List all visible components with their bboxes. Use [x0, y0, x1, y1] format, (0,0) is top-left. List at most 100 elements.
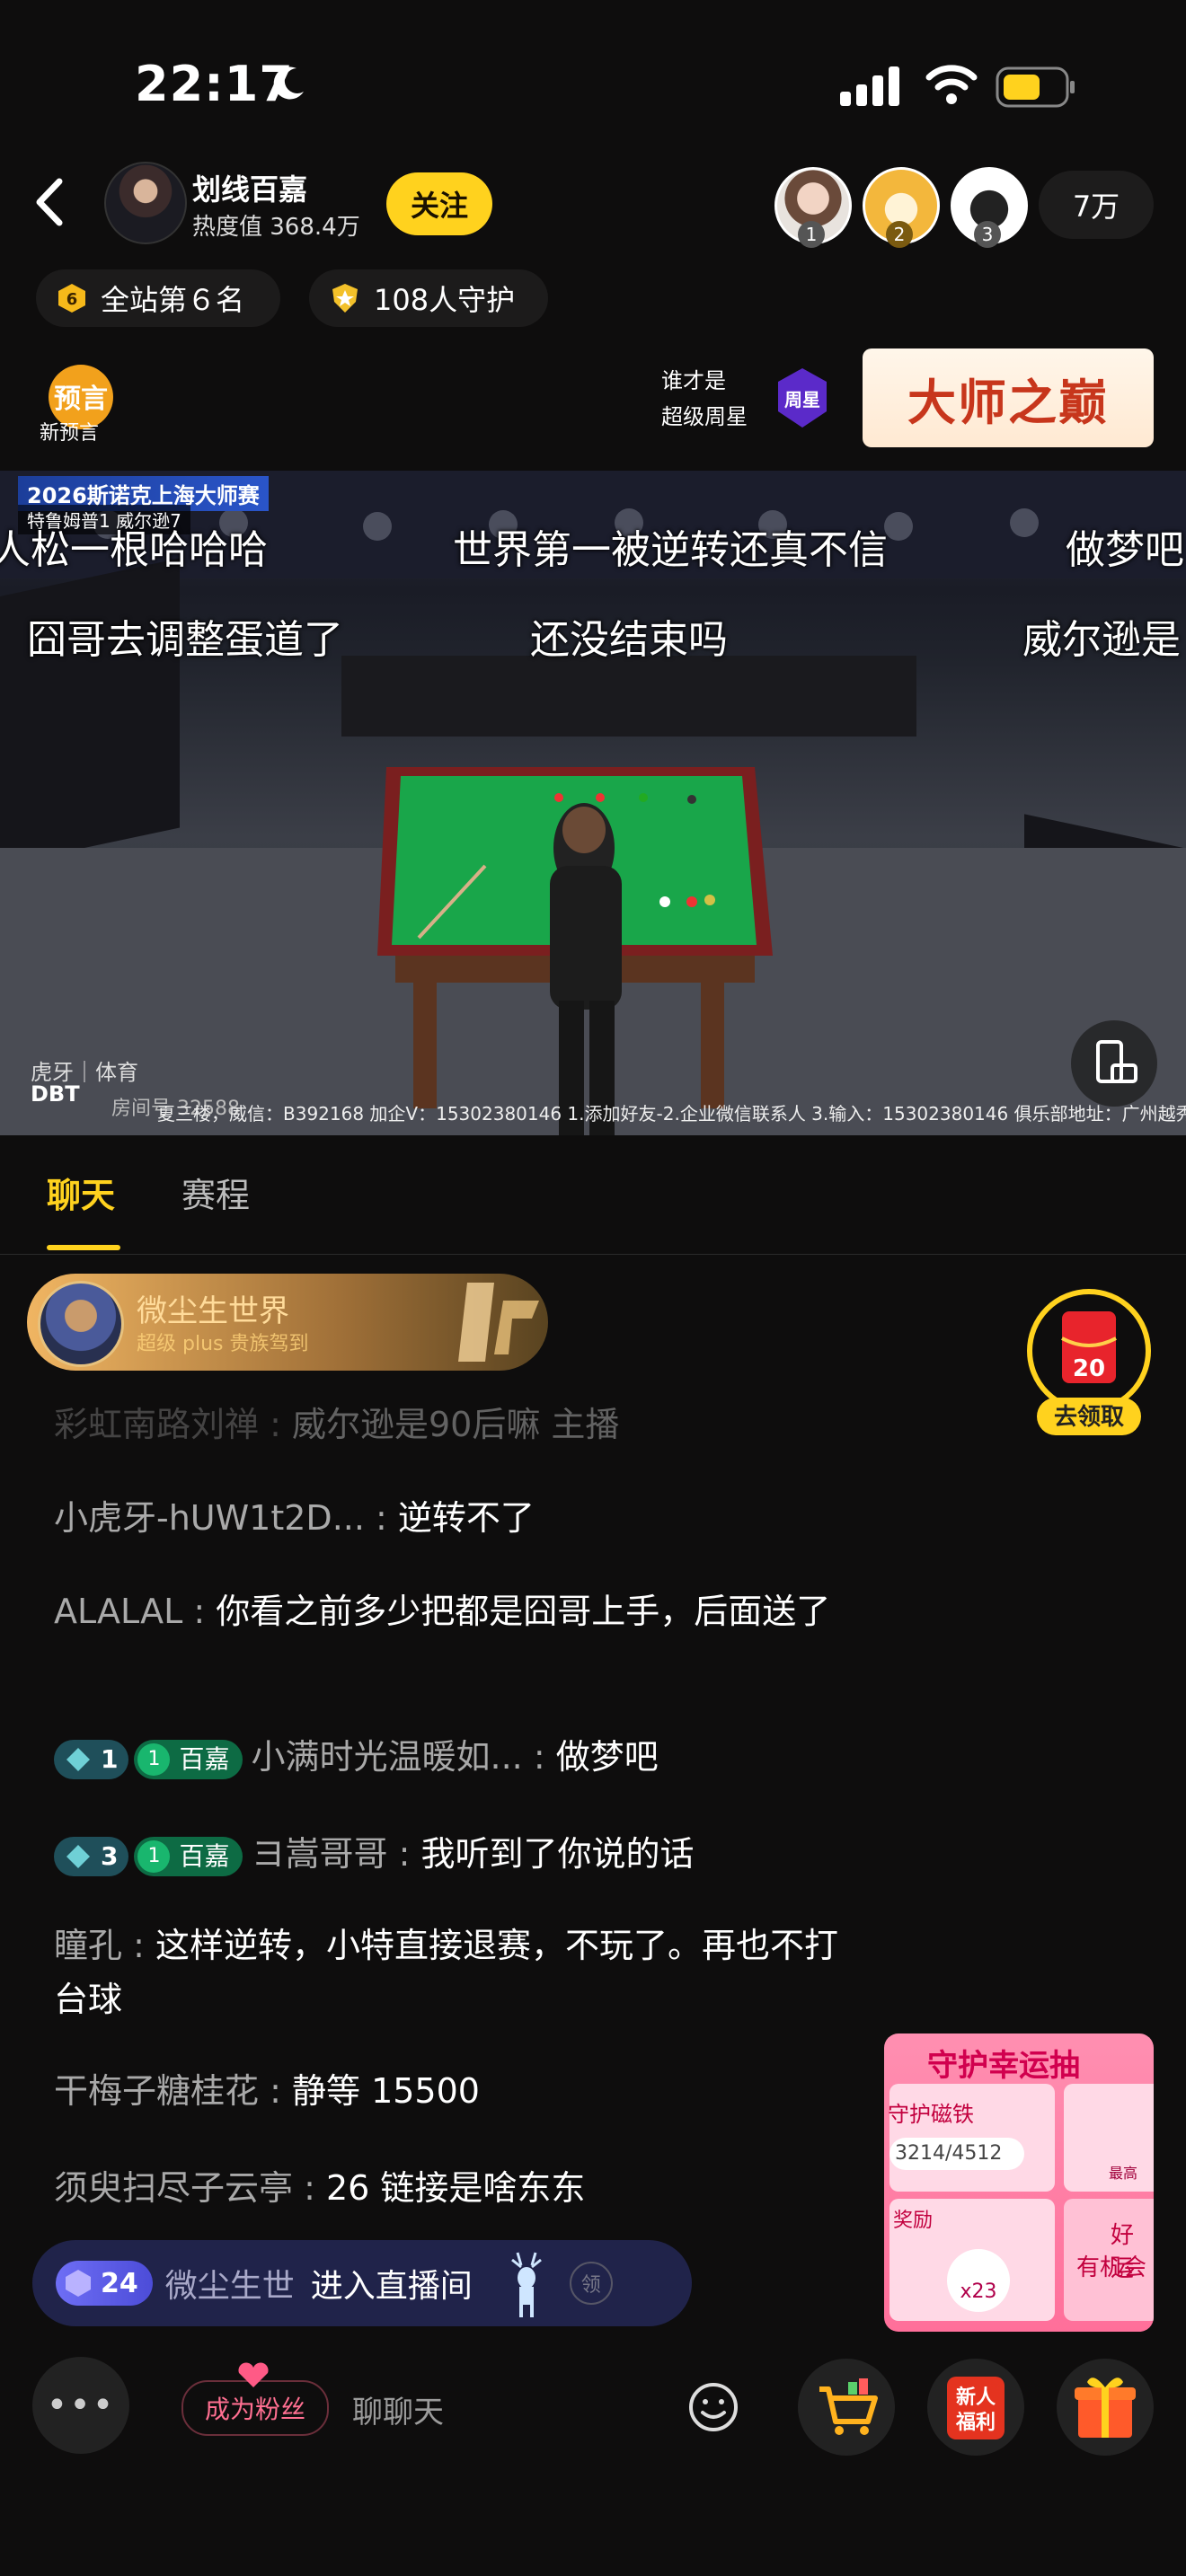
chat-username[interactable]: 小虎牙-hUW1t2D...: [54, 1498, 365, 1538]
tab-chat[interactable]: 聊天: [47, 1168, 115, 1217]
danmaku-item: 囧哥去调整蛋道了: [27, 617, 343, 663]
chat-username[interactable]: 小满时光温暖如...: [252, 1737, 523, 1777]
chat-text: 静等 15500: [291, 2071, 480, 2111]
chat-text: 26 链接是啥东东: [325, 2168, 586, 2208]
host-name[interactable]: 划线百嘉: [192, 167, 307, 208]
emoji-button[interactable]: [686, 2380, 740, 2434]
tab-schedule[interactable]: 赛程: [181, 1168, 250, 1217]
chat-message[interactable]: 须臾扫尽子云亭 : 26 链接是啥东东: [54, 2161, 845, 2215]
rotate-screen-button[interactable]: [1071, 1020, 1157, 1107]
master-banner[interactable]: 大师之巅: [863, 348, 1154, 447]
viewer-count[interactable]: 7万: [1039, 171, 1154, 239]
chat-message[interactable]: 干梅子糖桂花 : 静等 15500: [54, 2064, 845, 2118]
chat-username[interactable]: 须臾扫尽子云亭: [54, 2168, 293, 2208]
danmaku-item: 世界第一被逆转还真不信: [453, 527, 888, 573]
gift-box-icon: [1075, 2378, 1136, 2438]
chat-username[interactable]: 干梅子糖桂花: [54, 2071, 259, 2111]
vip-name: 微尘生世界: [137, 1293, 289, 1329]
forecast-icon-text: 预言: [54, 384, 108, 415]
wifi-icon: [925, 65, 978, 104]
chat-text: 威尔逊是90后嘛 主播: [291, 1405, 620, 1444]
fan-club-badge: 1 百嘉: [134, 1836, 243, 1876]
deer-icon: [510, 2252, 542, 2317]
viewer-rank-2: 2: [886, 221, 913, 248]
chat-message[interactable]: 小虎牙-hUW1t2D... : 逆转不了: [54, 1491, 845, 1545]
user-level-number: 1: [101, 1743, 119, 1774]
live-video[interactable]: 2026斯诺克上海大师赛 特鲁姆普1 威尔逊7 人松一根哈哈哈 世界第一被逆转还…: [0, 471, 1186, 1135]
red-packet-icon: 20 去领取: [1027, 1289, 1151, 1435]
gift-button[interactable]: [1057, 2359, 1154, 2456]
entry-username[interactable]: 微尘生世: [165, 2260, 295, 2307]
forecast-label[interactable]: 新预言: [40, 417, 99, 446]
cellular-signal-icon: [840, 66, 899, 106]
battery-icon: [996, 66, 1075, 108]
chat-message[interactable]: ALALAL : 你看之前多少把都是囧哥上手，后面送了: [54, 1584, 845, 1638]
rotate-screen-icon: [1096, 1040, 1137, 1083]
danmaku-item: 做梦吧: [1066, 527, 1184, 573]
lucky-card-title: 守护幸运抽: [927, 2048, 1080, 2084]
follow-button[interactable]: 关注: [386, 172, 492, 235]
danmaku-item: 还没结束吗: [530, 617, 728, 663]
red-packet-label: 去领取: [1054, 1403, 1124, 1431]
dbt-label: DBT: [31, 1081, 80, 1107]
lucky-card-side-3: 有机会: [1076, 2254, 1147, 2281]
shopping-cart-icon: [819, 2378, 878, 2435]
chat-message[interactable]: 彩虹南路刘禅 : 威尔逊是90后嘛 主播: [54, 1398, 845, 1451]
weekstar-badge-text: 周星: [784, 389, 820, 410]
site-rank-label: 全站第６名: [101, 283, 245, 317]
tab-divider: [0, 1254, 1186, 1255]
heart-icon: [238, 2362, 269, 2387]
newbie-label-1: 新人: [956, 2386, 996, 2409]
entry-text: 进入直播间: [310, 2268, 473, 2305]
entry-level-badge: 24: [56, 2261, 153, 2306]
entry-level-number: 24: [101, 2267, 138, 2299]
rank-badge-icon: 6: [58, 284, 85, 313]
chat-message[interactable]: 瞳孔 : 这样逆转，小特直接退赛，不玩了。再也不打台球: [54, 1919, 845, 2026]
host-avatar[interactable]: [104, 162, 187, 244]
chat-username[interactable]: ヨ嵩哥哥: [252, 1834, 388, 1874]
red-packet-button[interactable]: 20 去领取: [1026, 1286, 1152, 1439]
guard-pill[interactable]: 108人守护: [309, 269, 548, 327]
chat-input[interactable]: 聊聊天: [352, 2387, 444, 2431]
heat-value: 热度值 368.4万: [192, 214, 360, 241]
vip-subtitle: 超级 plus 贵族驾到: [137, 1333, 309, 1355]
lucky-card-reward-label: 奖励: [893, 2210, 934, 2232]
red-packet-amount: 20: [1073, 1355, 1105, 1382]
weekstar-question-line-2: 超级周星: [661, 404, 748, 429]
newbie-label-2: 福利: [955, 2412, 996, 2434]
chat-username[interactable]: ALALAL: [54, 1592, 182, 1631]
rank-badge-number: 6: [66, 290, 78, 309]
fan-level-number: 1: [137, 1839, 171, 1873]
lucky-card-item: 守护磁铁: [888, 2102, 974, 2127]
user-level-badge: 1: [54, 1739, 129, 1779]
guard-count: 108人守护: [374, 283, 516, 317]
weekstar-question[interactable]: 谁才是 超级周星: [661, 363, 748, 435]
chat-username[interactable]: 彩虹南路刘禅: [54, 1405, 259, 1444]
vip-entrance-banner[interactable]: 微尘生世界 超级 plus 贵族驾到: [27, 1274, 548, 1371]
newbie-welfare-button[interactable]: 新人 福利: [927, 2359, 1024, 2456]
sponsor-text: 夏三楼，威信：B392168 加企V：15302380146 1.添加好友-2.…: [157, 1103, 1186, 1125]
moon-icon: [273, 66, 304, 100]
chat-message[interactable]: 1 1 百嘉 小满时光温暖如... : 做梦吧: [54, 1730, 845, 1784]
weekstar-badge-icon[interactable]: 周星: [774, 366, 830, 429]
chat-text: 我听到了你说的话: [420, 1834, 695, 1874]
danmaku-item: 人松一根哈哈哈: [0, 527, 268, 573]
chat-text: 你看之前多少把都是囧哥上手，后面送了: [216, 1592, 831, 1631]
viewer-rank-3: 3: [974, 221, 1001, 248]
chat-message[interactable]: 3 1 百嘉 ヨ嵩哥哥 : 我听到了你说的话: [54, 1827, 845, 1881]
guard-shield-icon: [332, 284, 358, 313]
site-rank-pill[interactable]: 6 全站第６名: [36, 269, 280, 327]
tab-underline: [47, 1245, 120, 1250]
more-button[interactable]: •••: [32, 2357, 129, 2454]
viewer-rank-1: 1: [798, 221, 825, 248]
fan-club-name: 百嘉: [179, 1743, 230, 1774]
shop-button[interactable]: [798, 2359, 895, 2456]
guard-lucky-draw-card[interactable]: 守护幸运抽 守护磁铁 3214/4512 奖励 x23 最高 好运 有机会: [884, 2033, 1154, 2332]
back-button[interactable]: [27, 171, 72, 234]
entry-badge: 领: [569, 2262, 613, 2305]
lucky-card-side-1: 最高: [1109, 2165, 1138, 2182]
user-level-badge: 3: [54, 1836, 129, 1876]
diamond-icon: [66, 1747, 90, 1771]
weekstar-question-line-1: 谁才是: [661, 368, 726, 393]
chat-username[interactable]: 瞳孔: [54, 1926, 122, 1965]
